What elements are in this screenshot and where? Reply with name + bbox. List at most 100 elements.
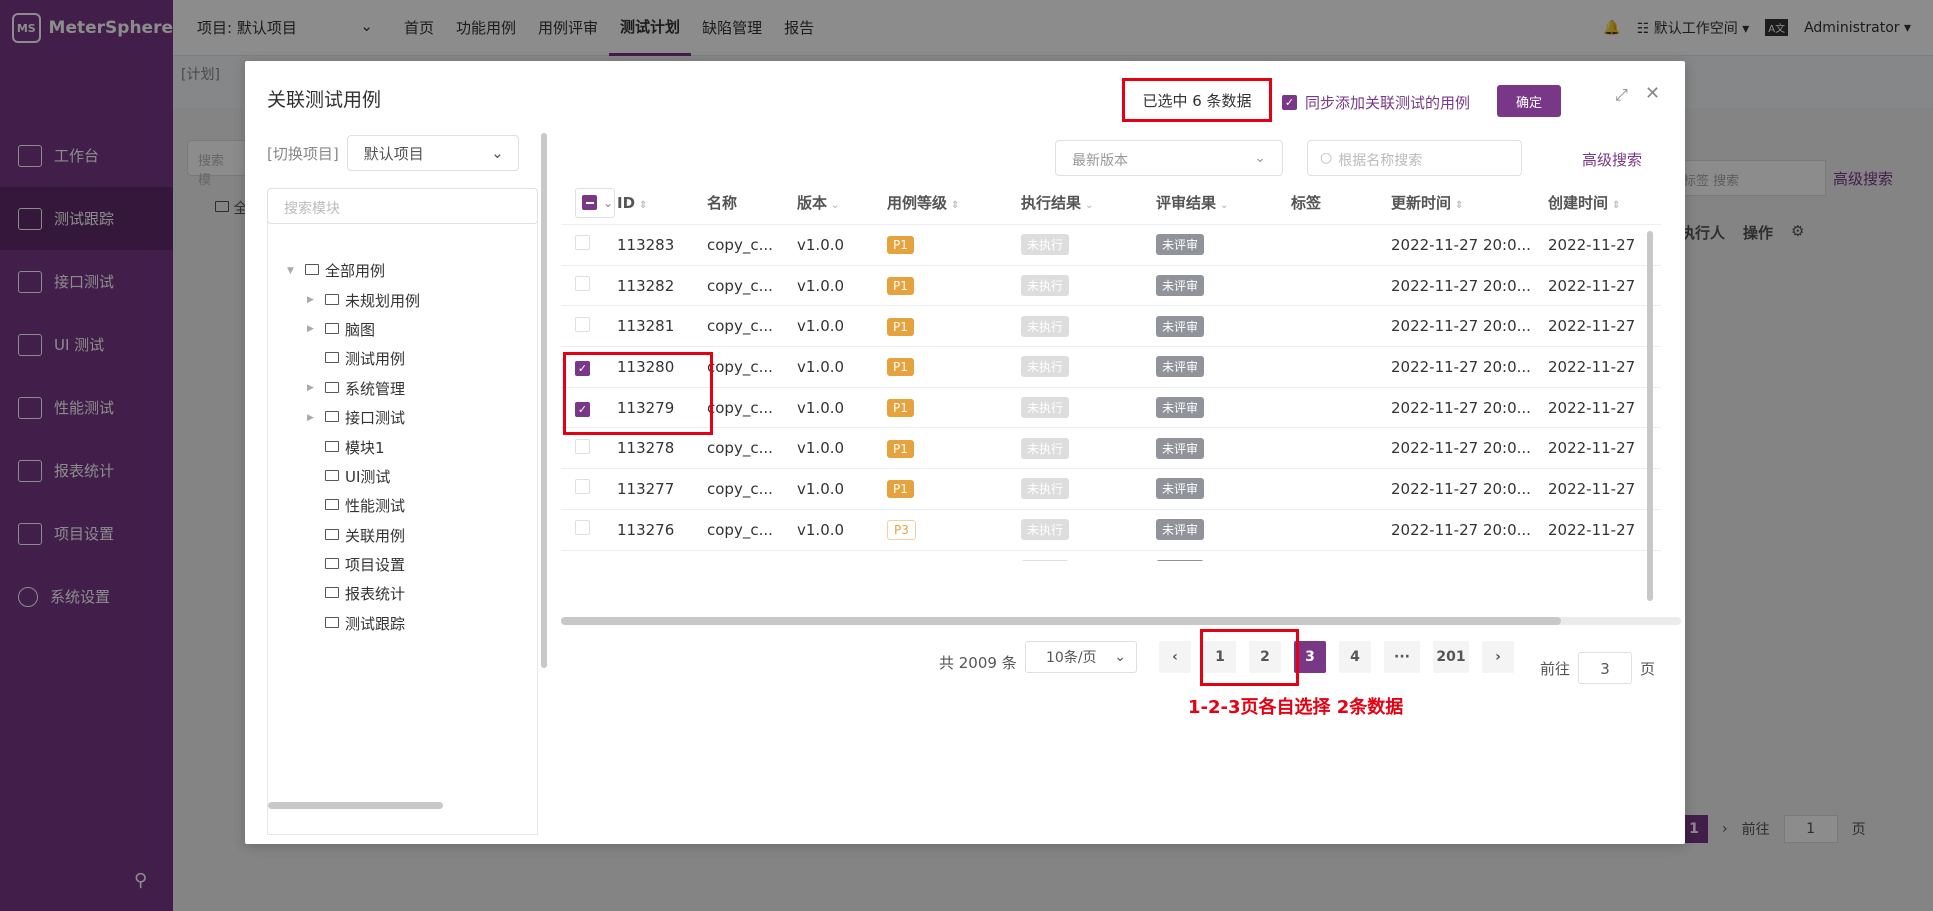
checkbox-checked-icon[interactable]: ✓ bbox=[1282, 95, 1297, 110]
cell-review: 未评审 bbox=[1156, 234, 1291, 256]
filter-icon[interactable]: ⌄ bbox=[1085, 200, 1093, 211]
annotation-note: 1-2-3页各自选择 2条数据 bbox=[1188, 697, 1404, 718]
page-size-select[interactable]: 10条/页 ⌄ bbox=[1025, 641, 1137, 673]
version-dropdown[interactable]: 最新版本 ⌄ bbox=[1055, 140, 1283, 176]
tree-node[interactable]: 测试跟踪 bbox=[287, 609, 420, 638]
sync-checkbox[interactable]: ✓ 同步添加关联测试的用例 bbox=[1282, 92, 1470, 113]
cell-name: copy_c... bbox=[707, 357, 773, 376]
folder-icon bbox=[325, 293, 339, 305]
chevron-down-icon: ⌄ bbox=[1114, 649, 1126, 665]
table-row[interactable]: 113275copy_c...v1.0.0P1未执行未评审2022-11-27 … bbox=[561, 551, 1661, 561]
caret-down-icon[interactable]: ▼ bbox=[287, 266, 299, 276]
table-row[interactable]: 113281 copy_c... v1.0.0 P1 未执行 未评审 2022-11-27 … bbox=[561, 306, 1661, 348]
sort-icon[interactable]: ⇕ bbox=[1612, 200, 1620, 211]
expand-icon[interactable]: ⤢ bbox=[1615, 85, 1628, 105]
tree-node-label: 测试用例 bbox=[345, 350, 406, 369]
folder-icon bbox=[325, 528, 339, 540]
level-badge: P1 bbox=[887, 399, 914, 418]
checkbox[interactable] bbox=[575, 438, 590, 454]
caret-right-icon[interactable]: ▶ bbox=[307, 324, 319, 334]
page-button[interactable]: 4 bbox=[1339, 641, 1371, 673]
cell-created: 2022-11-27 bbox=[1548, 357, 1636, 376]
cell-id: 113283 bbox=[617, 235, 675, 254]
cell-exec: 未执行 bbox=[1021, 397, 1156, 419]
page-button[interactable]: 201 bbox=[1433, 641, 1469, 673]
table-row[interactable]: ✓ 113280 copy_c... v1.0.0 P1 未执行 未评审 2022-11-27… bbox=[561, 347, 1661, 388]
tree-node[interactable]: 模块1 bbox=[287, 432, 420, 461]
exec-status-badge: 未执行 bbox=[1021, 519, 1070, 541]
tree-node[interactable]: 测试用例 bbox=[287, 344, 420, 373]
chevron-down-icon: ⌄ bbox=[1254, 150, 1266, 166]
table-row[interactable]: 113283 copy_c... v1.0.0 P1 未执行 未评审 2022-11-27 … bbox=[561, 225, 1661, 266]
level-badge: P1 bbox=[887, 277, 914, 296]
next-page-button[interactable]: › bbox=[1482, 641, 1514, 673]
dialog-title: 关联测试用例 bbox=[267, 89, 382, 111]
level-badge: P1 bbox=[887, 317, 914, 336]
name-search-input[interactable]: ○ 根据名称搜索 bbox=[1307, 140, 1522, 176]
tree-node[interactable]: 性能测试 bbox=[287, 491, 420, 520]
tree-node[interactable]: ▶ 接口测试 bbox=[287, 403, 420, 432]
row-select-cell bbox=[561, 479, 617, 498]
sort-icon[interactable]: ⇕ bbox=[951, 200, 959, 211]
checkbox[interactable] bbox=[575, 479, 590, 495]
sort-icon[interactable]: ⇕ bbox=[639, 200, 647, 211]
column-header: 执行结果 ⌄ bbox=[1021, 192, 1156, 213]
filter-icon[interactable]: ⌄ bbox=[1220, 200, 1228, 211]
checkbox[interactable] bbox=[575, 276, 590, 292]
select-all-dropdown[interactable]: ⌄ bbox=[575, 187, 615, 218]
cell-updated: 2022-11-27 20:0... bbox=[1391, 276, 1531, 295]
table-vertical-scrollbar[interactable] bbox=[1647, 231, 1653, 601]
table-row[interactable]: 113276 copy_c... v1.0.0 P3 未执行 未评审 2022-11-27 … bbox=[561, 510, 1661, 551]
caret-right-icon[interactable]: ▶ bbox=[307, 383, 319, 393]
goto-input[interactable]: 3 bbox=[1578, 652, 1633, 684]
checkbox-partial-icon[interactable] bbox=[582, 195, 597, 210]
page-button[interactable]: ··· bbox=[1384, 641, 1420, 673]
column-label: 标签 bbox=[1291, 194, 1322, 212]
tree-node[interactable]: ▶ 脑图 bbox=[287, 315, 420, 344]
column-header: 用例等级 ⇕ bbox=[887, 192, 1021, 213]
prev-page-button[interactable]: ‹ bbox=[1159, 641, 1191, 673]
review-status-badge: 未评审 bbox=[1156, 397, 1205, 419]
selected-rows-highlight bbox=[563, 352, 713, 435]
table-horizontal-scrollbar[interactable] bbox=[561, 617, 1681, 625]
table-row[interactable]: 113282 copy_c... v1.0.0 P1 未执行 未评审 2022-11-27 … bbox=[561, 266, 1661, 307]
cell-version: v1.0.0 bbox=[797, 276, 845, 295]
table-header: ⌄ ID ⇕ 名称 版本 ⌄ 用例等级 ⇕ 执行结果 ⌄ 评审结果 ⌄ 标签 更新时间 ⇕ 创建时间 ⇕ bbox=[561, 181, 1661, 225]
close-icon[interactable]: ✕ bbox=[1645, 83, 1660, 104]
project-dropdown[interactable]: 默认项目 ⌄ bbox=[346, 135, 519, 171]
folder-icon bbox=[325, 616, 339, 628]
review-status-badge: 未评审 bbox=[1156, 478, 1205, 500]
exec-status-badge: 未执行 bbox=[1021, 234, 1070, 256]
confirm-button[interactable]: 确定 bbox=[1497, 85, 1561, 117]
column-header: 版本 ⌄ bbox=[797, 192, 887, 213]
tree-horizontal-scrollbar[interactable] bbox=[268, 802, 443, 809]
checkbox[interactable] bbox=[575, 316, 590, 332]
column-header: 创建时间 ⇕ bbox=[1548, 192, 1661, 213]
table-row[interactable]: 113277 copy_c... v1.0.0 P1 未执行 未评审 2022-11-27 … bbox=[561, 469, 1661, 510]
caret-right-icon[interactable]: ▶ bbox=[307, 413, 319, 423]
cell-level: P1 bbox=[887, 398, 1021, 418]
sort-icon[interactable]: ⇕ bbox=[1455, 200, 1463, 211]
caret-right-icon[interactable]: ▶ bbox=[307, 295, 319, 305]
table-row[interactable]: ✓ 113279 copy_c... v1.0.0 P1 未执行 未评审 2022-11-27… bbox=[561, 388, 1661, 429]
cell-version: v1.0.0 bbox=[797, 479, 845, 498]
chevron-down-icon: ⌄ bbox=[603, 195, 614, 210]
filter-icon[interactable]: ⌄ bbox=[831, 200, 839, 211]
review-status-badge: 未评审 bbox=[1156, 315, 1205, 337]
tree-node[interactable]: ▶ 系统管理 bbox=[287, 374, 420, 403]
tree-vertical-scrollbar[interactable] bbox=[541, 133, 547, 668]
tree-node[interactable]: ▼ 全部用例 bbox=[287, 256, 420, 285]
exec-status-badge: 未执行 bbox=[1021, 478, 1070, 500]
tree-node[interactable]: ▶ 未规划用例 bbox=[287, 285, 420, 314]
tree-node[interactable]: UI测试 bbox=[287, 462, 420, 491]
tree-node[interactable]: 项目设置 bbox=[287, 550, 420, 579]
tree-node[interactable]: 关联用例 bbox=[287, 521, 420, 550]
checkbox[interactable] bbox=[575, 520, 590, 536]
tree-node[interactable]: 报表统计 bbox=[287, 579, 420, 608]
checkbox[interactable] bbox=[575, 235, 590, 251]
cell-review: 未评审 bbox=[1156, 519, 1291, 541]
scrollbar-thumb[interactable] bbox=[561, 617, 1561, 625]
table-row[interactable]: 113278 copy_c... v1.0.0 P1 未执行 未评审 2022-11-27 … bbox=[561, 428, 1661, 470]
advanced-search-link[interactable]: 高级搜索 bbox=[1582, 149, 1642, 170]
column-label: ID bbox=[617, 193, 636, 212]
